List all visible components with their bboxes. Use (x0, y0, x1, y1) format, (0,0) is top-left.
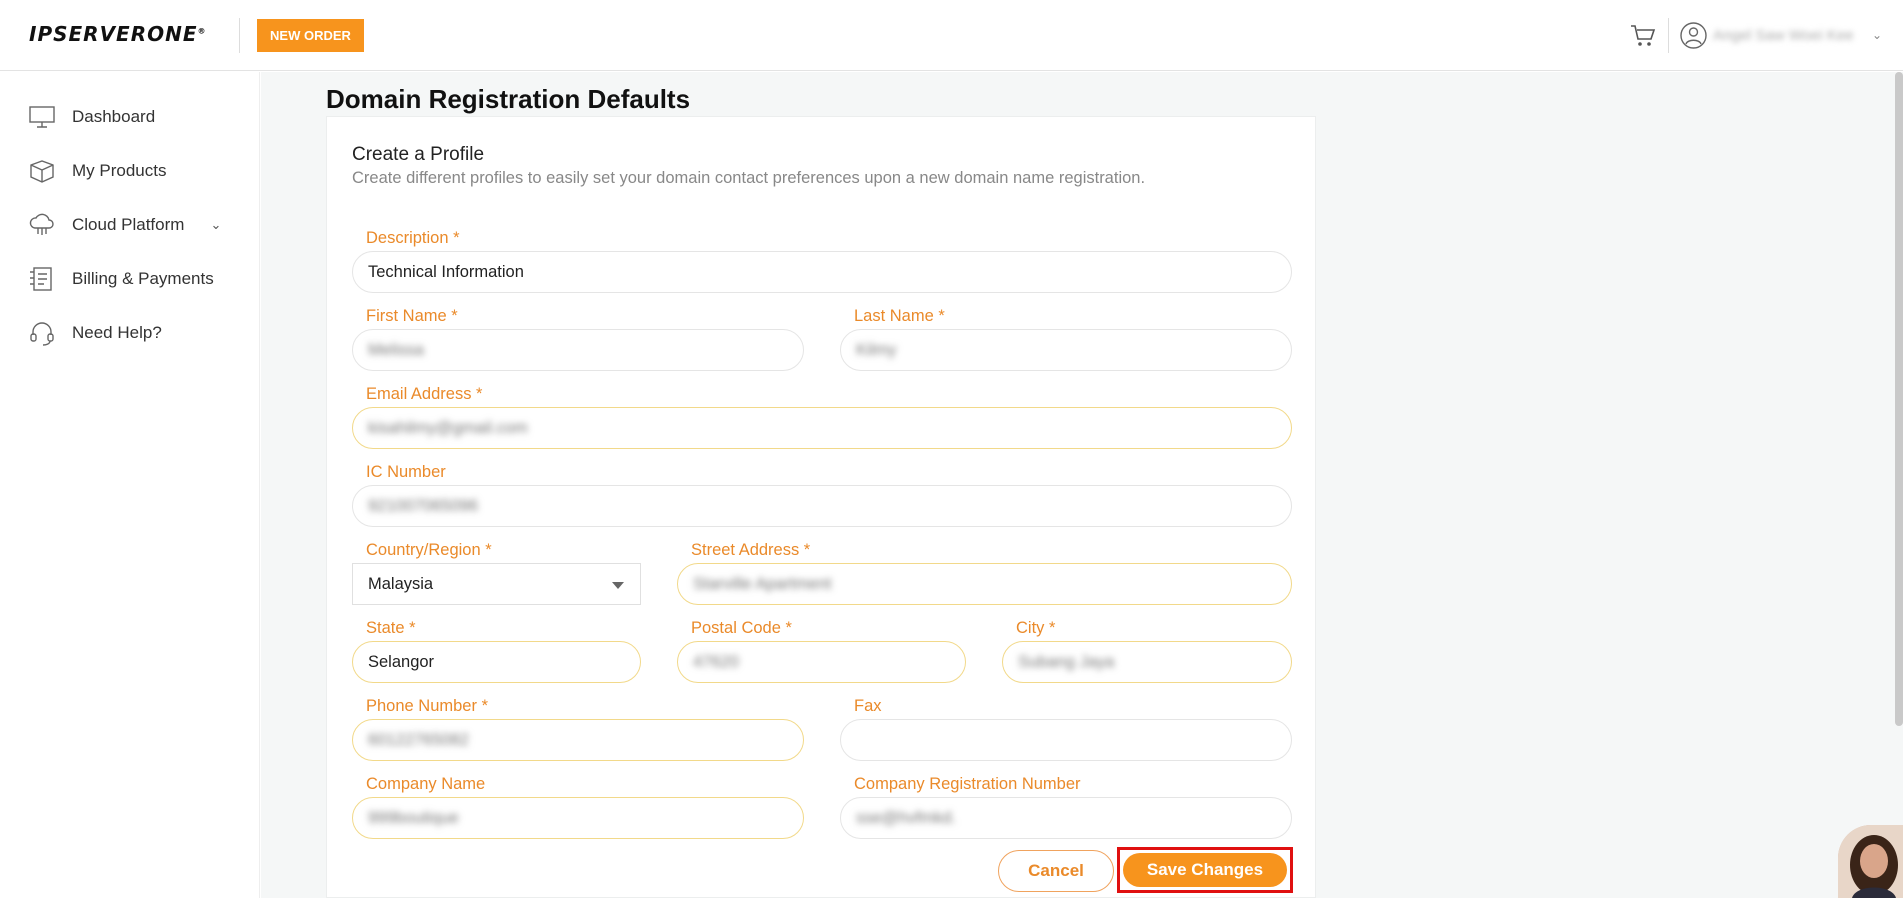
header-divider (239, 18, 240, 53)
sidebar-item-label: Cloud Platform (72, 215, 185, 234)
save-changes-button[interactable]: Save Changes (1123, 853, 1287, 887)
chevron-down-icon[interactable]: ⌄ (210, 217, 221, 233)
new-order-button[interactable]: NEW ORDER (257, 19, 364, 52)
sidebar-item-dashboard[interactable]: Dashboard (28, 102, 155, 132)
sidebar-item-label: Dashboard (72, 107, 156, 126)
sidebar-item-cloud-platform[interactable]: Cloud Platform ⌄ (28, 210, 221, 240)
save-highlight: Save Changes (1117, 847, 1293, 893)
user-divider (1668, 18, 1669, 53)
sidebar-item-label: My Products (72, 161, 167, 180)
user-avatar-icon[interactable] (1680, 22, 1707, 49)
sidebar-item-need-help[interactable]: Need Help? (28, 318, 162, 348)
user-name[interactable]: Angel Saw Woei Kee (1713, 27, 1854, 44)
sidebar-item-billing[interactable]: Billing & Payments (28, 264, 214, 294)
top-bar: IPSERVERONE® NEW ORDER Angel Saw Woei Ke… (0, 0, 1903, 71)
chevron-down-icon[interactable]: ⌄ (1872, 28, 1882, 42)
scrollbar[interactable] (1895, 72, 1903, 726)
sidebar: Dashboard My Products Cloud Platform ⌄ B… (0, 72, 260, 898)
sidebar-item-label: Billing & Payments (72, 269, 214, 288)
receipt-icon (30, 267, 52, 291)
monitor-icon (29, 106, 55, 128)
agent-photo-icon (1838, 825, 1903, 898)
box-icon (30, 160, 54, 183)
page-title: Domain Registration Defaults (326, 84, 691, 114)
logo[interactable]: IPSERVERONE® (29, 22, 207, 46)
cancel-button[interactable]: Cancel (998, 850, 1114, 892)
cloud-icon (29, 213, 54, 235)
cart-icon[interactable] (1630, 24, 1656, 48)
sidebar-item-label: Need Help? (72, 323, 162, 342)
button-row: Cancel Save Changes (326, 116, 1316, 898)
chat-agent-avatar[interactable] (1838, 825, 1903, 898)
headset-icon (30, 322, 54, 346)
sidebar-item-my-products[interactable]: My Products (28, 156, 166, 186)
